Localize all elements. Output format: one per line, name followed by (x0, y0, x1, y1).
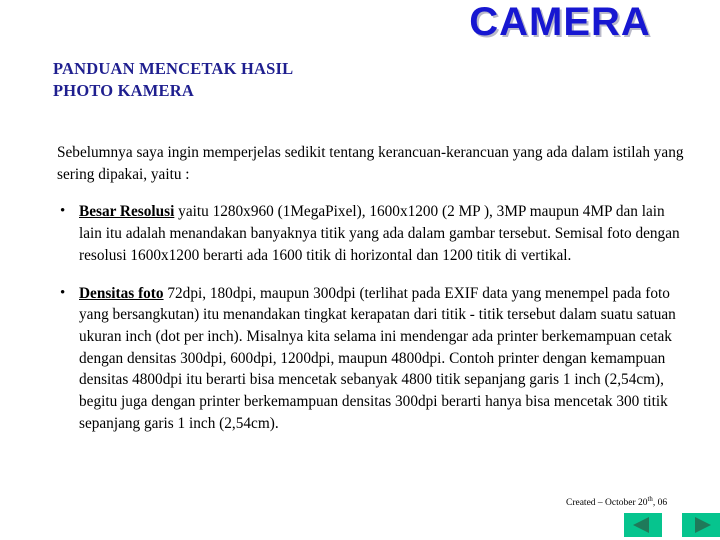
banner-title: CAMERA (469, 0, 651, 44)
bullet-marker-icon: • (60, 284, 66, 301)
body-content: Sebelumnya saya ingin memperjelas sediki… (57, 142, 685, 435)
page-title-line-1: PANDUAN MENCETAK HASIL (53, 59, 294, 78)
bullet-item-densitas: • Densitas foto 72dpi, 180dpi, maupun 300… (57, 283, 685, 435)
previous-slide-button[interactable] (624, 513, 662, 537)
slide-navigation (624, 513, 720, 539)
bullet-text-densitas: 72dpi, 180dpi, maupun 300dpi (terlihat p… (79, 284, 676, 432)
bullet-term-densitas: Densitas foto (79, 284, 164, 302)
creation-credit: Created – October 20th, 06 (566, 496, 668, 508)
bullet-item-resolusi: • Besar Resolusi yaitu 1280x960 (1MegaPix… (57, 201, 685, 266)
bullet-term-resolusi: Besar Resolusi (79, 203, 175, 221)
next-slide-button[interactable] (682, 513, 720, 537)
bullet-marker-icon: • (60, 203, 66, 220)
page-title: PANDUAN MENCETAK HASIL PHOTO KAMERA (53, 58, 473, 102)
page-title-line-2: PHOTO KAMERA (53, 80, 194, 100)
slide-canvas: CAMERA PANDUAN MENCETAK HASIL PHOTO KAME… (0, 0, 720, 540)
triangle-left-icon (624, 513, 662, 537)
triangle-right-icon (682, 513, 720, 537)
credit-suffix: , 06 (652, 498, 668, 508)
intro-paragraph: Sebelumnya saya ingin memperjelas sediki… (57, 144, 684, 183)
credit-prefix: Created – October 20 (566, 498, 648, 508)
